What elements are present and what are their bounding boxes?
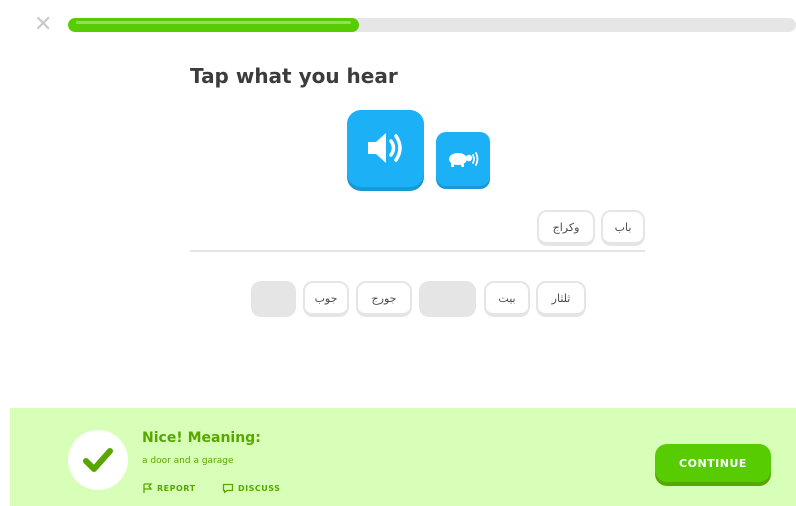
feedback-footer: Nice! Meaning: a door and a garage REPOR… bbox=[10, 408, 796, 506]
play-audio-button[interactable] bbox=[347, 110, 424, 187]
speaker-icon bbox=[368, 133, 402, 163]
lesson-progress-fill bbox=[68, 18, 360, 32]
continue-button[interactable]: CONTINUE bbox=[655, 444, 771, 482]
word-bank-chip[interactable]: بيت bbox=[484, 281, 530, 317]
word-bank-chip[interactable]: ثلثار bbox=[536, 281, 586, 317]
feedback-meaning: a door and a garage bbox=[142, 456, 234, 466]
feedback-title: Nice! Meaning: bbox=[142, 430, 261, 446]
discuss-button[interactable]: DISCUSS bbox=[222, 483, 280, 494]
word-bank-chip[interactable]: جوب bbox=[303, 281, 349, 317]
report-label: REPORT bbox=[157, 484, 196, 493]
play-slow-audio-button[interactable] bbox=[436, 132, 490, 186]
word-bank-chip-used bbox=[251, 281, 296, 317]
lesson-progress-bar bbox=[68, 18, 796, 32]
challenge-title: Tap what you hear bbox=[190, 64, 398, 88]
answer-chip[interactable]: باب bbox=[601, 210, 645, 246]
turtle-slow-icon bbox=[449, 152, 479, 167]
answer-chip[interactable]: وكراج bbox=[537, 210, 595, 246]
flag-icon bbox=[143, 483, 153, 493]
chat-bubble-icon bbox=[222, 483, 234, 494]
word-bank-chip-used bbox=[419, 281, 476, 317]
discuss-label: DISCUSS bbox=[238, 484, 281, 493]
close-icon[interactable]: ✕ bbox=[34, 14, 56, 36]
word-bank-chip[interactable]: جورج bbox=[356, 281, 412, 317]
check-icon bbox=[83, 448, 113, 472]
answer-divider bbox=[190, 250, 645, 252]
success-badge bbox=[68, 430, 128, 490]
report-button[interactable]: REPORT bbox=[142, 483, 196, 494]
